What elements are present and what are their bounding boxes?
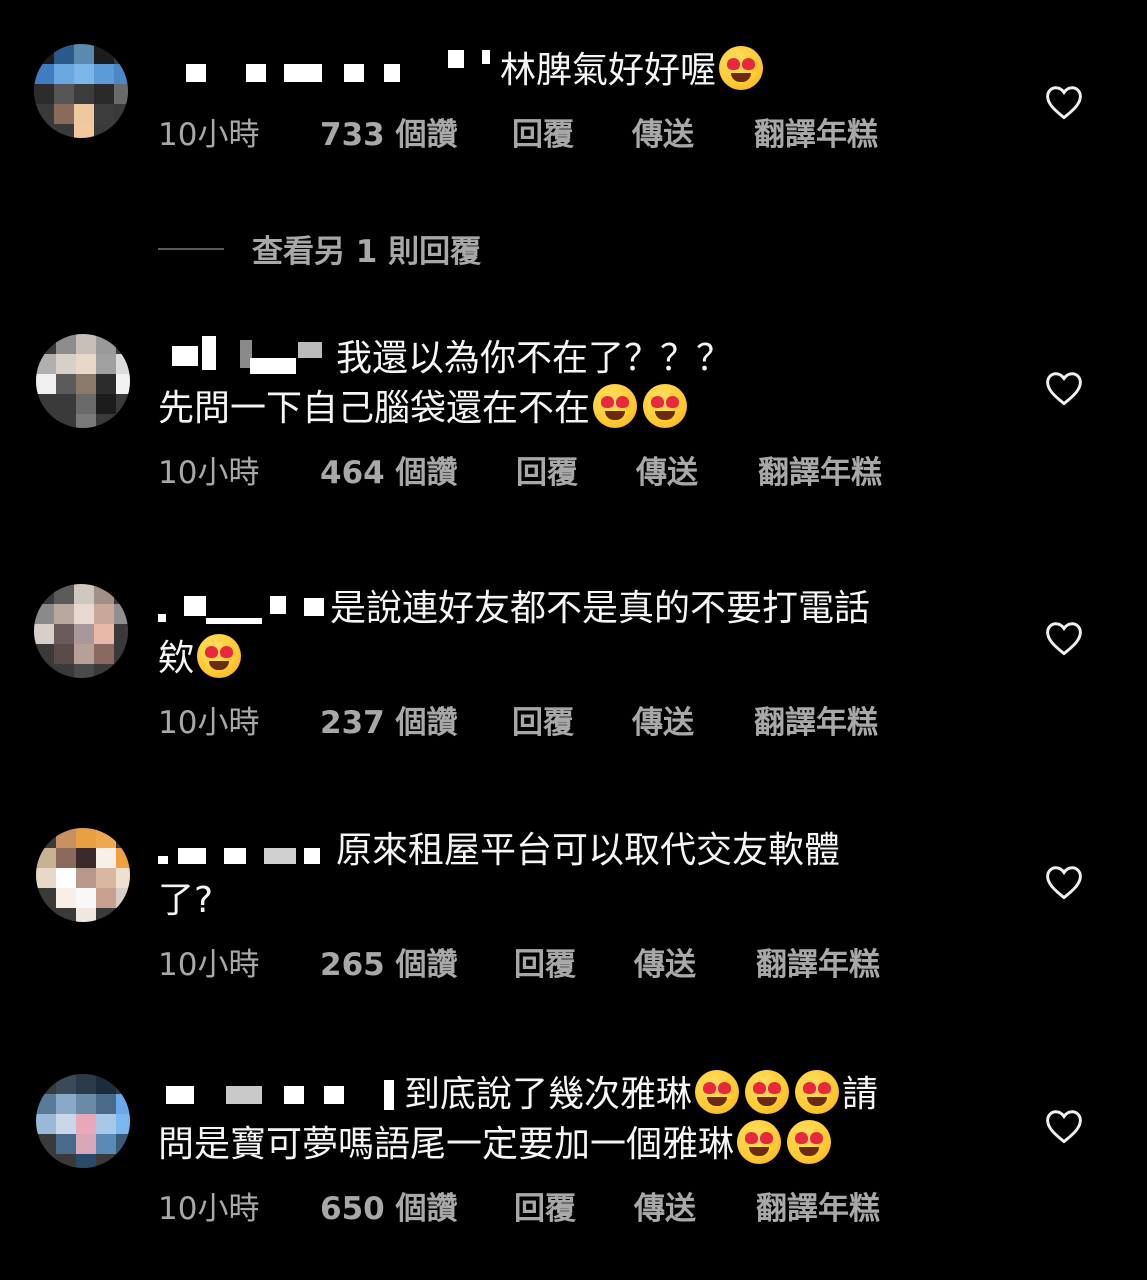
heart-outline-icon[interactable] (1044, 620, 1084, 656)
reply-button[interactable]: 回覆 (512, 697, 632, 742)
avatar[interactable] (36, 1074, 130, 1168)
heart-outline-icon[interactable] (1044, 864, 1084, 900)
likes-count[interactable]: 464 個讚 (320, 447, 516, 492)
heart-outline-icon[interactable] (1044, 1108, 1084, 1144)
avatar[interactable] (36, 828, 130, 922)
translate-button[interactable]: 翻譯年糕 (756, 1183, 880, 1228)
comment-meta: 10小時 464 個讚 回覆 傳送 翻譯年糕 (158, 447, 978, 492)
username-redacted[interactable] (158, 336, 328, 380)
translate-button[interactable]: 翻譯年糕 (754, 109, 878, 154)
comment-meta: 10小時 650 個讚 回覆 傳送 翻譯年糕 (158, 1183, 978, 1228)
avatar[interactable] (34, 44, 128, 138)
likes-count[interactable]: 265 個讚 (320, 939, 514, 984)
comment-time: 10小時 (158, 116, 260, 153)
username-redacted[interactable] (158, 50, 492, 92)
comment-text: 問是寶可夢嗎語尾一定要加一個雅琳 (158, 1120, 978, 1170)
translate-button[interactable]: 翻譯年糕 (758, 447, 882, 492)
comment-time: 10小時 (158, 704, 260, 741)
comment-thread: 林脾氣好好喔 10小時 733 個讚 回覆 傳送 翻譯年糕 查看另 1 則回覆 (0, 0, 1147, 1280)
comment-text: 我還以為你不在了？？？ (158, 334, 978, 384)
heart-eyes-emoji (643, 384, 688, 428)
comment-meta: 10小時 265 個讚 回覆 傳送 翻譯年糕 (158, 939, 978, 984)
heart-eyes-emoji (593, 384, 638, 428)
send-button[interactable]: 傳送 (634, 1183, 756, 1228)
comment-text: 林脾氣好好喔 (158, 46, 978, 96)
likes-count[interactable]: 733 個讚 (320, 109, 512, 154)
likes-count[interactable]: 237 個讚 (320, 697, 512, 742)
reply-button[interactable]: 回覆 (514, 1183, 634, 1228)
comment-text: 原來租屋平台可以取代交友軟體 (158, 826, 978, 876)
comment-time: 10小時 (158, 1190, 260, 1227)
reply-button[interactable]: 回覆 (516, 447, 636, 492)
comment-text: 到底說了幾次雅琳請 (158, 1070, 978, 1120)
heart-eyes-emoji (695, 1070, 740, 1114)
comment-text: 欸 (158, 634, 978, 684)
heart-eyes-emoji (737, 1120, 782, 1164)
divider-line (158, 247, 224, 250)
avatar[interactable] (36, 334, 130, 428)
comment-time: 10小時 (158, 454, 260, 491)
username-redacted[interactable] (158, 832, 328, 872)
heart-eyes-emoji (197, 634, 242, 678)
comment-meta: 10小時 733 個讚 回覆 傳送 翻譯年糕 (158, 109, 978, 154)
comment-text: 了? (158, 880, 214, 921)
likes-count[interactable]: 650 個讚 (320, 1183, 514, 1228)
heart-eyes-emoji (787, 1120, 832, 1164)
heart-outline-icon[interactable] (1044, 370, 1084, 406)
heart-outline-icon[interactable] (1044, 84, 1084, 120)
username-redacted[interactable] (158, 590, 324, 630)
comment-time: 10小時 (158, 946, 260, 983)
comment-text: 先問一下自己腦袋還在不在 (158, 384, 978, 434)
avatar[interactable] (34, 584, 128, 678)
comment-text: 是說連好友都不是真的不要打電話 (158, 584, 978, 634)
username-redacted[interactable] (158, 1076, 396, 1116)
send-button[interactable]: 傳送 (636, 447, 758, 492)
send-button[interactable]: 傳送 (632, 697, 754, 742)
heart-eyes-emoji (719, 46, 764, 90)
reply-button[interactable]: 回覆 (514, 939, 634, 984)
comment-meta: 10小時 237 個讚 回覆 傳送 翻譯年糕 (158, 697, 978, 742)
translate-button[interactable]: 翻譯年糕 (756, 939, 880, 984)
heart-eyes-emoji (745, 1070, 790, 1114)
heart-eyes-emoji (795, 1070, 840, 1114)
send-button[interactable]: 傳送 (632, 109, 754, 154)
reply-button[interactable]: 回覆 (512, 109, 632, 154)
translate-button[interactable]: 翻譯年糕 (754, 697, 878, 742)
send-button[interactable]: 傳送 (634, 939, 756, 984)
view-replies-button[interactable]: 查看另 1 則回覆 (158, 226, 481, 271)
